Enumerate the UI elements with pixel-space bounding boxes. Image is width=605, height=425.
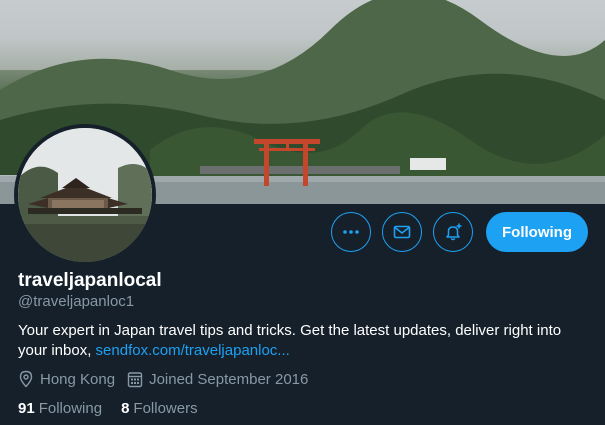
more-icon xyxy=(343,230,359,234)
display-name: traveljapanlocal xyxy=(18,270,162,291)
location: Hong Kong xyxy=(18,370,115,388)
envelope-icon xyxy=(393,225,411,239)
following-count: 91 xyxy=(18,400,35,417)
profile-stats: 91 Following 8 Followers xyxy=(18,400,217,417)
followers-label: Followers xyxy=(133,400,198,417)
bio: Your expert in Japan travel tips and tri… xyxy=(18,321,588,361)
following-button[interactable]: Following xyxy=(486,212,588,252)
handle: @traveljapanloc1 xyxy=(18,293,135,310)
bell-plus-icon xyxy=(446,223,462,241)
following-link[interactable]: 91 Following xyxy=(18,400,102,417)
location-pin-icon xyxy=(18,370,34,388)
join-date-text: Joined September 2016 xyxy=(149,370,309,388)
notifications-button[interactable] xyxy=(433,212,473,252)
calendar-icon xyxy=(127,371,143,388)
followers-link[interactable]: 8 Followers xyxy=(121,400,198,417)
followers-count: 8 xyxy=(121,400,130,417)
avatar-image xyxy=(18,128,152,262)
following-label: Following xyxy=(38,400,103,417)
message-button[interactable] xyxy=(382,212,422,252)
bio-link[interactable]: sendfox.com/traveljapanloc... xyxy=(96,342,290,359)
profile-actions: Following xyxy=(331,212,588,252)
location-text: Hong Kong xyxy=(40,370,116,388)
join-date: Joined September 2016 xyxy=(127,371,308,388)
profile-meta: Hong Kong Joined September 2016 xyxy=(18,370,320,388)
avatar[interactable] xyxy=(14,124,156,266)
more-button[interactable] xyxy=(331,212,371,252)
